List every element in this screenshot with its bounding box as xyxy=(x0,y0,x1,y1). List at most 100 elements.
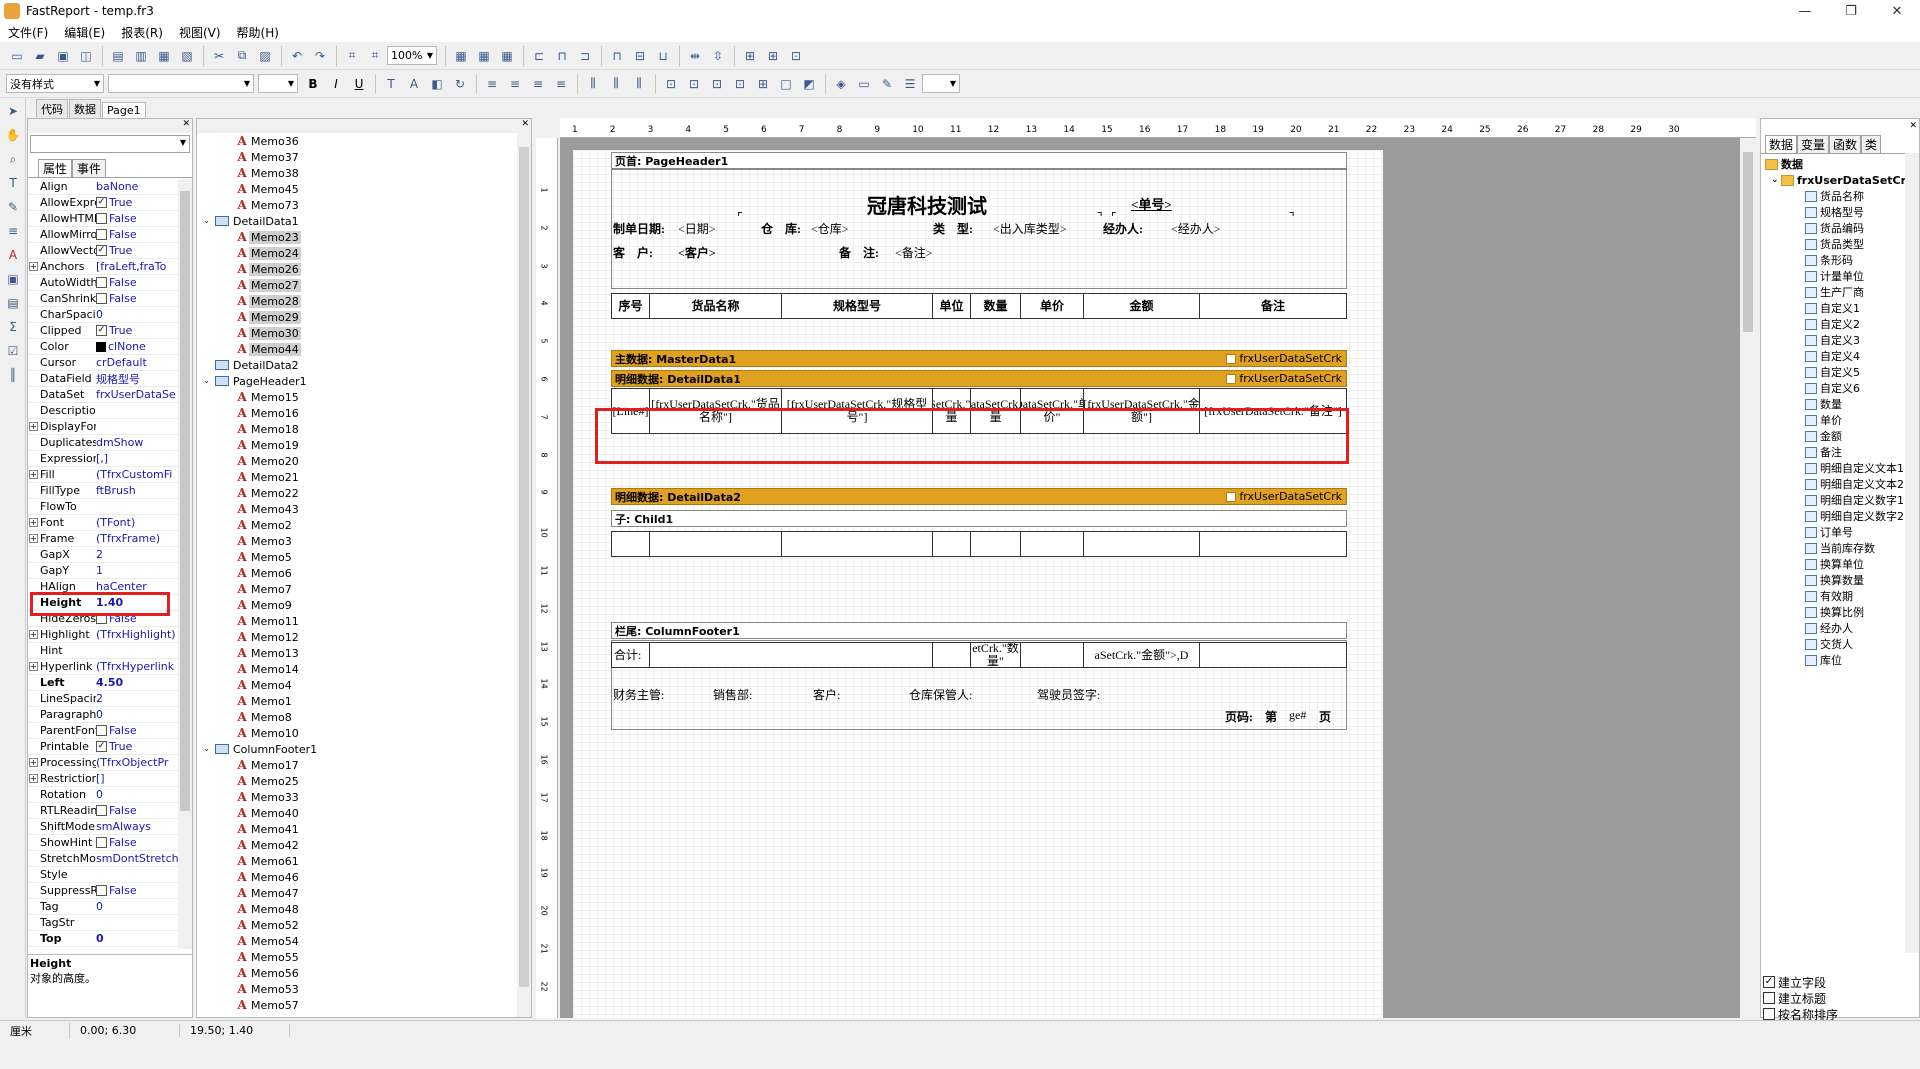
tree-memo-node[interactable]: A Memo20 xyxy=(197,453,517,469)
sum-tool-icon[interactable]: Σ xyxy=(2,316,24,338)
tree-memo-node[interactable]: A Memo36 xyxy=(197,133,517,149)
property-row[interactable]: Align baNone xyxy=(28,179,180,195)
property-value[interactable]: [fraLeft,fraTo xyxy=(96,260,180,273)
tree-memo-node[interactable]: A Memo7 xyxy=(197,581,517,597)
date-label[interactable]: 制单日期: xyxy=(613,220,665,237)
field-item[interactable]: 条形码 xyxy=(1761,252,1919,268)
property-row[interactable]: AllowHTMLTa False xyxy=(28,211,180,227)
band-tool-icon[interactable]: ≡ xyxy=(2,220,24,242)
tree-memo-node[interactable]: A Memo24 xyxy=(197,245,517,261)
frame-none-icon[interactable]: □ xyxy=(775,73,797,95)
tree-memo-node[interactable]: A Memo21 xyxy=(197,469,517,485)
field-item[interactable]: 交货人 xyxy=(1761,636,1919,652)
field-item[interactable]: 自定义1 xyxy=(1761,300,1919,316)
report-title[interactable]: 冠唐科技测试 xyxy=(867,190,987,219)
property-value[interactable]: (TfrxFrame) xyxy=(96,532,180,545)
page-of[interactable]: 第 xyxy=(1265,708,1277,725)
tab-page1[interactable]: Page1 xyxy=(102,102,146,118)
property-value[interactable]: 规格型号 xyxy=(96,371,180,387)
page-end[interactable]: 页 xyxy=(1319,708,1331,725)
tree-memo-node[interactable]: A Memo12 xyxy=(197,629,517,645)
expand-icon[interactable]: + xyxy=(29,630,38,639)
property-row[interactable]: FillType ftBrush xyxy=(28,483,180,499)
tree-memo-node[interactable]: A Memo11 xyxy=(197,613,517,629)
checkbox[interactable]: ✓ xyxy=(96,197,107,208)
menu-file[interactable]: 文件(F) xyxy=(0,24,56,41)
field-item[interactable]: 计量单位 xyxy=(1761,268,1919,284)
customer-value[interactable]: <客户> xyxy=(678,244,716,261)
expand-icon[interactable]: + xyxy=(29,470,38,479)
property-value[interactable]: [] xyxy=(96,772,180,785)
tree-memo-node[interactable]: A Memo46 xyxy=(197,869,517,885)
field-item[interactable]: 明细自定义数字1 xyxy=(1761,492,1919,508)
preview-icon[interactable]: ◫ xyxy=(75,45,97,67)
property-row[interactable]: AllowMirrorM False xyxy=(28,227,180,243)
property-row[interactable]: FlowTo xyxy=(28,499,180,515)
property-row[interactable]: Style xyxy=(28,867,180,883)
format-painter-icon[interactable]: ✎ xyxy=(2,196,24,218)
tree-memo-node[interactable]: A Memo55 xyxy=(197,949,517,965)
type-value[interactable]: <出入库类型> xyxy=(993,220,1067,237)
property-row[interactable]: StretchModesmDontStretch xyxy=(28,851,180,867)
frame-width-icon[interactable]: ☰ xyxy=(899,73,921,95)
band-column-footer[interactable]: 栏尾: ColumnFooter1 xyxy=(611,622,1347,639)
italic-button[interactable]: I xyxy=(325,73,347,95)
tree-memo-node[interactable]: A Memo10 xyxy=(197,725,517,741)
property-row[interactable]: ShiftMode smAlways xyxy=(28,819,180,835)
property-row[interactable]: ParagraphGa0 xyxy=(28,707,180,723)
tree-memo-node[interactable]: A Memo9 xyxy=(197,597,517,613)
property-row[interactable]: AllowVectorE✓True xyxy=(28,243,180,259)
property-value[interactable]: ✓ True xyxy=(96,740,180,753)
warehouse-label[interactable]: 仓 库: xyxy=(761,220,801,237)
paste-icon[interactable]: ▨ xyxy=(254,45,276,67)
delete-page-icon[interactable]: ▦ xyxy=(153,45,175,67)
warehouse-value[interactable]: <仓库> xyxy=(811,220,849,237)
sum-cell[interactable] xyxy=(1020,642,1084,668)
property-value[interactable]: 0 xyxy=(96,900,180,913)
tree-scrollbar[interactable] xyxy=(517,133,531,1017)
field-item[interactable]: 自定义4 xyxy=(1761,348,1919,364)
zoom-tool-icon[interactable]: ⌕ xyxy=(2,148,24,170)
col-header[interactable]: 金额 xyxy=(1083,293,1200,319)
close-button[interactable]: ✕ xyxy=(1874,0,1920,22)
field-item[interactable]: 自定义3 xyxy=(1761,332,1919,348)
fit-grid-icon[interactable]: ▦ xyxy=(496,45,518,67)
tree-memo-node[interactable]: A Memo13 xyxy=(197,645,517,661)
property-value[interactable]: smDontStretch xyxy=(96,852,180,865)
tree-memo-node[interactable]: A Memo26 xyxy=(197,261,517,277)
property-row[interactable]: RTLReading False xyxy=(28,803,180,819)
text-middle-icon[interactable]: ⫼ xyxy=(605,73,627,95)
col-header[interactable]: 数量 xyxy=(970,293,1021,319)
tree-memo-node[interactable]: A Memo53 xyxy=(197,981,517,997)
copy-icon[interactable]: ⧉ xyxy=(231,45,253,67)
sum-qty[interactable]: etCrk."数量" xyxy=(970,642,1021,668)
tree-band-node[interactable]: ⌄ PageHeader1 xyxy=(197,373,517,389)
page-number[interactable]: ge# xyxy=(1289,708,1306,723)
checkbox[interactable]: ✓ xyxy=(96,741,107,752)
chevron-down-icon[interactable]: ⌄ xyxy=(201,376,212,387)
tree-memo-node[interactable]: A Memo56 xyxy=(197,965,517,981)
data-tree-scrollbar[interactable] xyxy=(1905,153,1919,953)
tab-code[interactable]: 代码 xyxy=(36,99,68,118)
tree-memo-node[interactable]: A Memo5 xyxy=(197,549,517,565)
tree-band-node[interactable]: DetailData2 xyxy=(197,357,517,373)
tree-memo-node[interactable]: A Memo44 xyxy=(197,341,517,357)
property-row[interactable]: Hint xyxy=(28,643,180,659)
sign-finance[interactable]: 财务主管: xyxy=(613,686,664,703)
ungroup-icon[interactable]: ⌗ xyxy=(364,45,386,67)
date-value[interactable]: <日期> xyxy=(678,220,716,237)
tree-memo-node[interactable]: A Memo4 xyxy=(197,677,517,693)
align-right-icon[interactable]: ⊐ xyxy=(574,45,596,67)
bill-number[interactable]: <单号> xyxy=(1131,194,1172,213)
tree-memo-node[interactable]: A Memo2 xyxy=(197,517,517,533)
tab-classes[interactable]: 类 xyxy=(1861,135,1882,153)
property-row[interactable]: + Anchors [fraLeft,fraTo xyxy=(28,259,180,275)
rotate-icon[interactable]: ↻ xyxy=(449,73,471,95)
property-row[interactable]: ParentFont False xyxy=(28,723,180,739)
band-page-header[interactable]: 页首: PageHeader1 xyxy=(611,152,1347,169)
property-value[interactable]: False xyxy=(96,276,180,289)
close-icon[interactable]: ✕ xyxy=(521,119,529,129)
new-page-icon[interactable]: ▤ xyxy=(107,45,129,67)
property-row[interactable]: Left 4.50 xyxy=(28,675,180,691)
property-value[interactable]: (TfrxCustomFi xyxy=(96,468,180,481)
